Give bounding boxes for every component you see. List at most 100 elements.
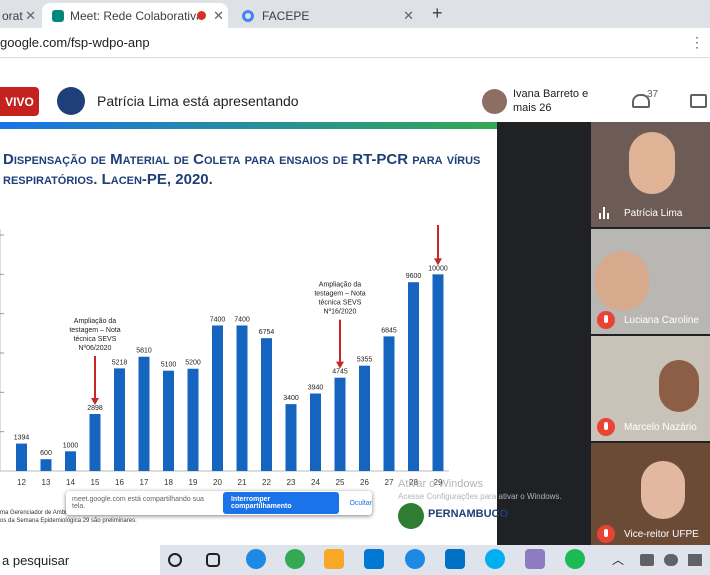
tab-label: orat [2, 8, 23, 23]
edge-icon[interactable] [246, 549, 266, 569]
data-label: 600 [40, 450, 52, 457]
taskbar-search[interactable]: a pesquisar [0, 545, 160, 575]
tray-icon[interactable] [688, 554, 702, 566]
participant-avatar [482, 89, 507, 114]
bar [432, 274, 444, 471]
close-icon[interactable]: ✕ [25, 8, 36, 24]
participant-tile[interactable]: Vice-reitor UFPE [591, 443, 710, 548]
x-tick-label: 26 [360, 478, 369, 487]
x-tick-label: 23 [287, 478, 296, 487]
x-tick-label: 15 [91, 478, 100, 487]
stop-sharing-button[interactable]: Interromper compartilhamento [222, 492, 340, 514]
tab-meet[interactable]: Meet: Rede Colaborativa no ✕ [42, 3, 228, 28]
menu-icon[interactable]: ⋮ [690, 34, 704, 51]
tab-facepe[interactable]: FACEPE ✕ [232, 3, 418, 28]
participant-name: Vice-reitor UFPE [624, 529, 699, 540]
annotation-arrowhead [91, 398, 99, 406]
annotation-text: técnica SEVS [74, 336, 117, 343]
bar [163, 370, 174, 471]
mic-off-icon [597, 311, 615, 329]
bar [261, 338, 272, 471]
bar [334, 377, 346, 471]
data-label: 1000 [63, 442, 79, 449]
speaking-icon [599, 207, 611, 219]
close-icon[interactable]: ✕ [213, 8, 224, 24]
bar [310, 393, 321, 471]
content-gap [0, 58, 710, 82]
participant-tile[interactable]: Luciana Caroline [591, 229, 710, 334]
participant-tile[interactable]: Marcelo Nazário [591, 336, 710, 441]
meet-favicon-icon [52, 9, 64, 22]
annotation-text: testagem – Nota [314, 291, 365, 298]
participant-face [629, 132, 675, 194]
x-tick-label: 18 [164, 478, 173, 487]
annotation-text: Ampliação da [319, 282, 362, 289]
mail-icon[interactable] [445, 549, 465, 569]
people-count: 37 [647, 89, 659, 100]
participant-name: Luciana Caroline [624, 315, 700, 326]
lacen-logo-icon [57, 87, 85, 115]
slide-title: Dispensação de Material de Coleta para e… [3, 151, 481, 188]
tray-icon[interactable] [640, 554, 654, 566]
close-icon[interactable]: ✕ [403, 8, 414, 24]
spotify-icon[interactable] [565, 549, 585, 569]
bar [89, 414, 101, 471]
pernambuco-crest-icon [398, 503, 424, 529]
participant-face [659, 360, 699, 412]
annotation-text: Ampliação da [74, 318, 117, 325]
chrome-icon[interactable] [285, 549, 305, 569]
bar [65, 451, 76, 471]
chat-icon[interactable] [690, 94, 707, 108]
participant-name: Patrícia Lima [624, 208, 683, 219]
tray-icon[interactable] [664, 554, 678, 566]
bar [187, 368, 199, 471]
x-tick-label: 17 [140, 478, 149, 487]
bar [40, 459, 52, 471]
annotation-arrowhead [336, 361, 344, 369]
participants-summary[interactable]: Ivana Barreto e mais 26 [513, 87, 593, 115]
address-bar[interactable]: google.com/fsp-wdpo-anp ⋮ [0, 28, 710, 58]
data-label: 2898 [87, 405, 103, 412]
file-explorer-icon[interactable] [324, 549, 344, 569]
activation-watermark: Ativar o Windows [398, 478, 483, 490]
recording-icon [197, 11, 206, 20]
x-tick-label: 21 [238, 478, 247, 487]
cortana-icon[interactable] [168, 553, 182, 567]
new-tab-button[interactable]: + [432, 3, 443, 24]
tab-label: FACEPE [262, 8, 310, 23]
task-view-icon[interactable] [206, 553, 220, 567]
hide-button[interactable]: Ocultar [349, 500, 372, 507]
data-label: 3400 [283, 395, 299, 402]
tray-chevron-icon[interactable]: ︿ [612, 551, 624, 568]
participant-tiles: Patrícia Lima Luciana Caroline Marcelo N… [591, 122, 710, 548]
live-badge: VIVO [0, 87, 39, 116]
paint-icon[interactable] [525, 549, 545, 569]
annotation-text: técnica SEVS [319, 300, 362, 307]
bar [236, 325, 248, 471]
bar [212, 325, 223, 471]
presenter-text: Patrícia Lima está apresentando [97, 93, 299, 109]
data-label: 5200 [185, 360, 201, 367]
annotation-arrowhead [434, 258, 442, 266]
app-icon[interactable] [405, 549, 425, 569]
caption-line: os da Semana Epidemiológica 29 são preli… [0, 518, 137, 524]
bar [359, 365, 370, 471]
tab-orat[interactable]: orat ✕ [0, 3, 40, 28]
data-label: 6754 [259, 329, 275, 336]
skype-icon[interactable] [485, 549, 505, 569]
share-toast: meet.google.com está compartilhando sua … [66, 491, 372, 515]
store-icon[interactable] [364, 549, 384, 569]
activation-watermark-sub: Acesse Configurações para ativar o Windo… [398, 492, 562, 501]
url-text: google.com/fsp-wdpo-anp [0, 35, 150, 50]
share-toast-text: meet.google.com está compartilhando sua … [72, 496, 204, 510]
x-tick-label: 25 [336, 478, 345, 487]
participant-tile[interactable]: Patrícia Lima [591, 122, 710, 227]
data-label: 5100 [161, 362, 177, 369]
data-label: 7400 [234, 316, 250, 323]
x-tick-label: 16 [115, 478, 124, 487]
tab-strip: orat ✕ Meet: Rede Colaborativa no ✕ FACE… [0, 0, 710, 28]
x-tick-label: 12 [17, 478, 26, 487]
participant-face [641, 461, 685, 519]
data-label: 5355 [357, 357, 373, 364]
x-tick-label: 14 [66, 478, 75, 487]
